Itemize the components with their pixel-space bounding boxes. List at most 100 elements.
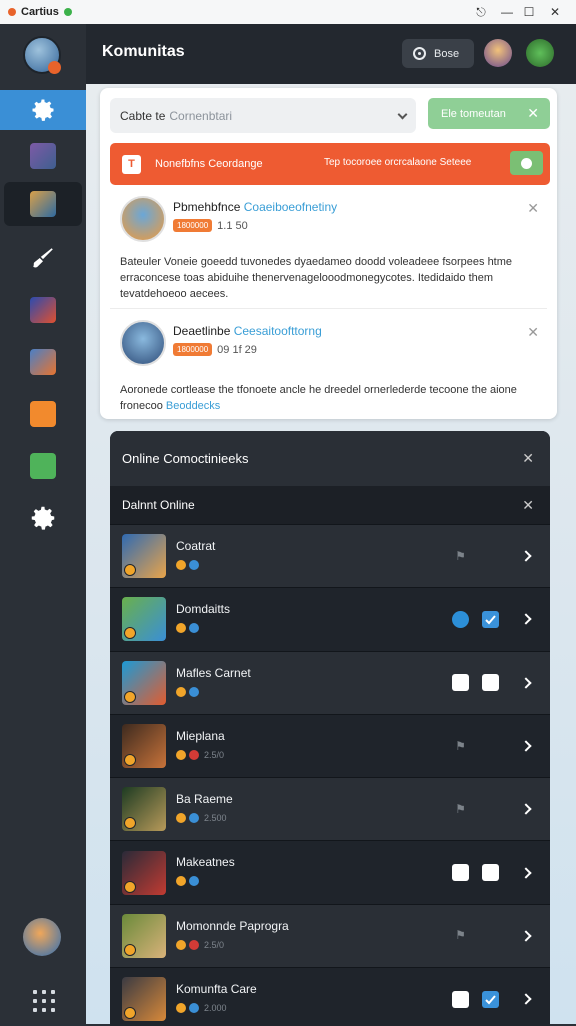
panel-subheader: Dalnnt Online ✕ bbox=[110, 486, 550, 524]
list-item-meta bbox=[176, 560, 204, 570]
chevron-right-icon[interactable] bbox=[520, 803, 532, 815]
list-item[interactable]: Domdaitts bbox=[110, 587, 550, 650]
list-item[interactable]: Momonnde Paprogra 2.5/0 ⚑ bbox=[110, 903, 550, 968]
shield-badge-icon[interactable] bbox=[452, 610, 469, 628]
checkbox-checked[interactable] bbox=[482, 610, 499, 628]
chevron-right-icon[interactable] bbox=[520, 993, 532, 1005]
game-thumbnail bbox=[122, 724, 166, 769]
action-icon[interactable] bbox=[482, 864, 499, 882]
sidebar-item-game-2[interactable] bbox=[4, 182, 82, 226]
game-3-icon bbox=[30, 297, 56, 323]
list-item[interactable]: Coatrat ⚑ bbox=[110, 524, 550, 588]
follow-icon[interactable]: ⚑ bbox=[452, 738, 469, 755]
member-badge bbox=[124, 880, 136, 893]
window-titlebar: Cartius ⎋ — ☐ ✕ bbox=[0, 0, 576, 24]
chevron-right-icon[interactable] bbox=[520, 930, 532, 942]
community-feed-card: Cabte te Cornenbtari Ele tomeutan ✕ T No… bbox=[100, 88, 557, 419]
apps-grid-icon[interactable] bbox=[33, 990, 55, 1012]
list-item[interactable]: Ba Raeme 2.500 ⚑ bbox=[110, 777, 550, 841]
panel-header: Online Comoctinieeks ✕ bbox=[110, 431, 550, 486]
chevron-right-icon[interactable] bbox=[520, 740, 532, 752]
post-time: 09 1f 29 bbox=[217, 343, 257, 356]
list-item-name: Komunfta Care bbox=[176, 982, 257, 997]
action-icon[interactable] bbox=[452, 990, 469, 1008]
post-body: Aoronede cortlease the tfonoete ancle he… bbox=[120, 384, 517, 412]
game-6-icon bbox=[30, 453, 56, 479]
member-badge bbox=[124, 1007, 136, 1020]
chevron-down-icon bbox=[397, 109, 408, 120]
app-name: Cartius bbox=[21, 6, 59, 18]
profile-avatar[interactable] bbox=[23, 918, 61, 956]
chevron-right-icon[interactable] bbox=[520, 866, 532, 879]
post-avatar[interactable] bbox=[120, 320, 166, 366]
close-icon[interactable]: ✕ bbox=[527, 200, 539, 217]
list-item-name: Mafles Carnet bbox=[176, 665, 251, 680]
sidebar-item-settings-2[interactable] bbox=[0, 498, 86, 538]
sidebar-item-settings[interactable] bbox=[0, 90, 86, 130]
game-4-icon bbox=[30, 349, 56, 375]
action-icon[interactable] bbox=[482, 674, 499, 692]
banner-title: Nonefbfns Ceordange bbox=[155, 158, 263, 170]
alert-icon: T bbox=[122, 154, 141, 174]
action-icon[interactable] bbox=[452, 864, 469, 882]
sidebar bbox=[0, 24, 86, 1024]
back-icon[interactable]: ⎋ bbox=[468, 0, 494, 24]
game-thumbnail bbox=[122, 850, 166, 895]
game-5-icon bbox=[30, 401, 56, 427]
follow-icon[interactable]: ⚑ bbox=[452, 927, 469, 944]
avatar-badge bbox=[48, 61, 61, 74]
chevron-right-icon[interactable] bbox=[520, 613, 532, 626]
game-thumbnail bbox=[122, 534, 166, 579]
friend-avatar[interactable] bbox=[484, 39, 512, 67]
list-item[interactable]: Mieplana 2.5/0 ⚑ bbox=[110, 713, 550, 777]
game-thumbnail bbox=[122, 913, 166, 958]
list-item-name: Coatrat bbox=[176, 539, 216, 553]
header-action-button[interactable]: Bose bbox=[402, 39, 474, 68]
sidebar-item-game-1[interactable] bbox=[0, 136, 86, 176]
list-item-name: Momonnde Paprogra bbox=[176, 918, 289, 933]
close-button[interactable]: ✕ bbox=[542, 0, 568, 24]
divider bbox=[110, 308, 547, 309]
list-item-meta bbox=[176, 876, 204, 887]
follow-icon[interactable]: ⚑ bbox=[452, 801, 469, 818]
action-icon[interactable] bbox=[452, 674, 469, 692]
member-badge bbox=[124, 817, 136, 830]
banner-action-button[interactable] bbox=[510, 151, 543, 175]
online-communities-panel: Online Comoctinieeks ✕ Dalnnt Online ✕ C… bbox=[110, 431, 550, 1026]
close-icon[interactable]: ✕ bbox=[522, 450, 534, 467]
sidebar-item-game-5[interactable] bbox=[0, 394, 86, 434]
page-title: Komunitas bbox=[102, 43, 185, 60]
game-2-icon bbox=[30, 191, 56, 217]
list-item-meta: 2.500 bbox=[176, 813, 227, 824]
close-icon[interactable]: ✕ bbox=[527, 105, 539, 122]
sidebar-item-game-3[interactable] bbox=[0, 290, 86, 330]
maximize-button[interactable]: ☐ bbox=[516, 0, 542, 24]
follow-icon[interactable]: ⚑ bbox=[452, 548, 469, 565]
close-icon[interactable]: ✕ bbox=[527, 324, 539, 341]
member-badge bbox=[124, 754, 136, 767]
post-link[interactable]: Beoddecks bbox=[166, 400, 220, 412]
chevron-right-icon[interactable] bbox=[520, 550, 532, 562]
sidebar-item-game-6[interactable] bbox=[0, 446, 86, 486]
game-thumbnail bbox=[122, 597, 166, 642]
green-action-button[interactable]: Ele tomeutan ✕ bbox=[428, 98, 550, 129]
notification-banner: T Nonefbfns Ceordange Tep tocoroee orcrc… bbox=[110, 143, 550, 185]
post-avatar[interactable] bbox=[120, 196, 166, 242]
panel-title: Online Comoctinieeks bbox=[122, 451, 249, 466]
list-item[interactable]: Makeatnes bbox=[110, 840, 550, 903]
post-author[interactable]: Deaetlinbe Ceesaitoofttorng bbox=[173, 324, 322, 338]
friend-avatar[interactable] bbox=[526, 39, 554, 67]
user-avatar[interactable] bbox=[23, 36, 61, 74]
close-icon[interactable]: ✕ bbox=[522, 497, 534, 514]
post-author[interactable]: Pbmehbfnce Coaeiboeofnetiny bbox=[173, 200, 337, 214]
sidebar-item-brush[interactable] bbox=[0, 238, 86, 278]
sidebar-item-game-4[interactable] bbox=[0, 342, 86, 382]
list-item[interactable]: Komunfta Care 2.000 bbox=[110, 967, 550, 1026]
settings-gear-icon bbox=[31, 506, 55, 530]
post-meta: 1800000 1.1 50 bbox=[173, 219, 248, 232]
list-item[interactable]: Mafles Carnet bbox=[110, 650, 550, 714]
community-select[interactable]: Cabte te Cornenbtari bbox=[110, 98, 416, 133]
app-logo-icon bbox=[8, 8, 16, 16]
checkbox-checked[interactable] bbox=[482, 990, 499, 1008]
chevron-right-icon[interactable] bbox=[520, 677, 532, 689]
